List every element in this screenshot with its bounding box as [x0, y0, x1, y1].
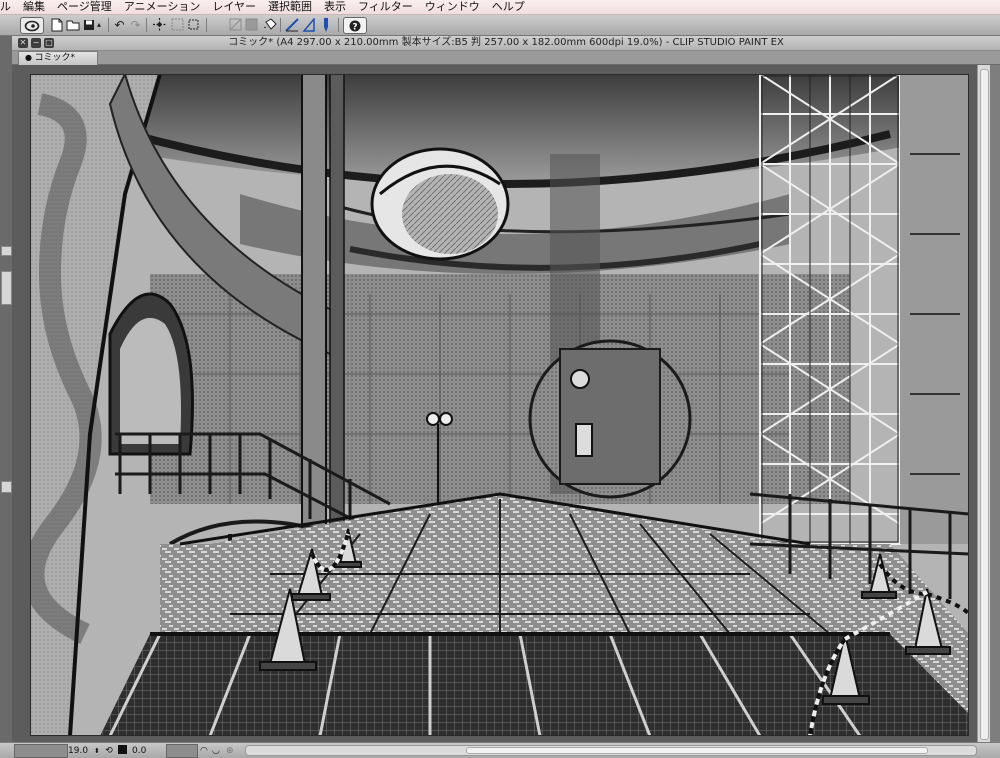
menu-item-window[interactable]: ウィンドウ [419, 0, 486, 14]
zoom-value[interactable]: 19.0 [68, 744, 94, 756]
panel-toggle-icon[interactable] [1, 481, 12, 493]
menu-item-layer[interactable]: レイヤー [206, 0, 262, 14]
menu-item-animation[interactable]: アニメーション [118, 0, 207, 14]
rotation-value[interactable]: 0.0 [132, 744, 154, 756]
clear-icon[interactable] [228, 17, 243, 32]
left-panel-strip [0, 36, 12, 742]
horizontal-scroll-thumb[interactable] [466, 747, 928, 754]
color-swatch[interactable] [118, 745, 127, 754]
tab-comic[interactable]: ● コミック* [18, 51, 99, 65]
ruler-icon[interactable] [284, 17, 299, 32]
menu-item-view[interactable]: 表示 [318, 0, 352, 14]
rotation-slider[interactable] [166, 744, 198, 758]
tab-label: コミック* [34, 53, 76, 63]
window-title: コミック* (A4 297.00 x 210.00mm 製本サイズ:B5 判 2… [228, 37, 784, 48]
open-file-icon[interactable] [65, 17, 80, 32]
save-icon[interactable] [81, 17, 96, 32]
rotate-icon[interactable]: ⟲ [104, 744, 114, 756]
pen-tool-icon[interactable] [318, 17, 333, 32]
panel-grip-icon[interactable] [1, 271, 12, 305]
pen-icon[interactable] [301, 17, 316, 32]
horizontal-scrollbar[interactable] [245, 745, 977, 756]
menu-item-help[interactable]: ヘルプ [486, 0, 531, 14]
menu-item-file[interactable]: ル [0, 0, 17, 14]
svg-text:?: ? [352, 22, 357, 32]
right-panel-strip [990, 65, 1000, 742]
status-bar: 19.0 ⬍ ⟲ 0.0 ◠ ◡ ⊕ [0, 742, 1000, 758]
window-title-bar: ✕ − □ コミック* (A4 297.00 x 210.00mm 製本サイズ:… [12, 36, 1000, 51]
document-tab-row: ● コミック* [12, 51, 1000, 65]
menu-bar: ル編集 ページ管理 アニメーション レイヤー 選択範囲 表示 フィルター ウィンドウ ヘルプ [0, 0, 1000, 15]
zoom-stepper-icon[interactable]: ⬍ [94, 744, 102, 756]
vertical-scroll-thumb[interactable] [980, 69, 989, 740]
clip-studio-icon[interactable] [20, 17, 44, 34]
flip-vertical-icon[interactable]: ◡ [212, 744, 222, 756]
help-icon[interactable]: ? [343, 17, 367, 34]
chevron-down-icon[interactable]: ▴ [95, 17, 103, 32]
close-icon[interactable]: ✕ [18, 38, 28, 48]
menu-item-edit[interactable]: 編集 [17, 0, 51, 14]
menu-item-filter[interactable]: フィルター [352, 0, 419, 14]
maximize-icon[interactable]: □ [44, 38, 54, 48]
vertical-scrollbar[interactable] [977, 65, 990, 742]
fit-icon[interactable] [170, 17, 185, 32]
navigator-slider[interactable] [14, 744, 68, 758]
new-file-icon[interactable] [49, 17, 64, 32]
canvas-artwork[interactable] [30, 74, 969, 736]
flip-horizontal-icon[interactable]: ◠ [200, 744, 210, 756]
redo-icon[interactable]: ↷ [128, 17, 143, 32]
transform-icon[interactable] [152, 17, 167, 32]
fill-icon[interactable] [262, 17, 277, 32]
minimize-icon[interactable]: − [31, 38, 41, 48]
menu-item-selection[interactable]: 選択範囲 [262, 0, 318, 14]
select-all-icon[interactable] [186, 17, 201, 32]
panel-collapse-icon[interactable] [1, 246, 12, 256]
command-bar: ▴ ↶ ↷ ? [0, 15, 1000, 36]
reset-icon[interactable]: ⊕ [226, 744, 236, 756]
undo-icon[interactable]: ↶ [112, 17, 127, 32]
menu-item-page[interactable]: ページ管理 [51, 0, 118, 14]
tab-close-icon[interactable]: ● [25, 53, 35, 62]
clear-outside-icon[interactable] [244, 17, 259, 32]
